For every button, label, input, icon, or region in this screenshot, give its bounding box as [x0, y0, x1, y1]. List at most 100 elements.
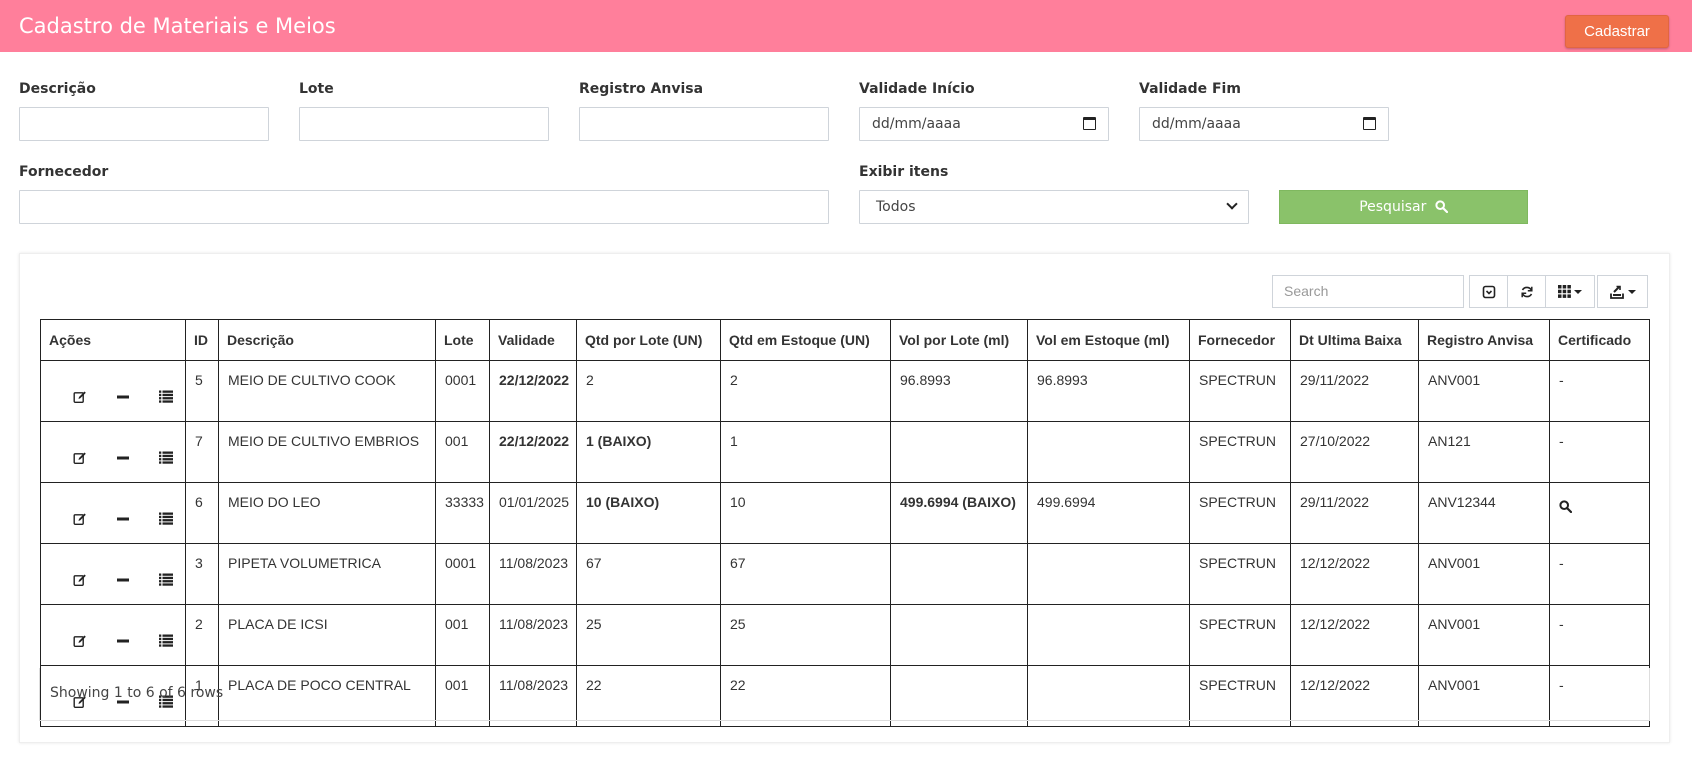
exibir-itens-select[interactable]: Todos [859, 190, 1249, 224]
column-header[interactable]: Lote [435, 319, 490, 361]
column-header[interactable]: Descrição [218, 319, 436, 361]
cell-dt-ultima-baixa: 27/10/2022 [1290, 421, 1419, 483]
cell-validade: 11/08/2023 [489, 604, 577, 666]
cell-id: 7 [185, 421, 219, 483]
cell-id: 3 [185, 543, 219, 605]
column-header[interactable]: Qtd por Lote (UN) [576, 319, 721, 361]
validade-inicio-input[interactable]: dd/mm/aaaa [859, 107, 1109, 141]
column-header[interactable]: Fornecedor [1189, 319, 1291, 361]
cell-qtd-estoque: 25 [720, 604, 891, 666]
cell-certificado: - [1549, 604, 1650, 666]
cell-lote: 33333 [435, 482, 490, 544]
list-icon[interactable] [159, 390, 173, 404]
pesquisar-button[interactable]: Pesquisar [1279, 190, 1528, 224]
column-header[interactable]: Registro Anvisa [1418, 319, 1550, 361]
calendar-icon[interactable] [1363, 117, 1376, 130]
cell-vol-estoque: 499.6994 [1027, 482, 1190, 544]
list-icon[interactable] [159, 573, 173, 587]
caret-down-icon [1627, 289, 1636, 294]
cell-certificado: - [1549, 360, 1650, 422]
cell-certificado: - [1549, 421, 1650, 483]
edit-icon[interactable] [73, 451, 87, 465]
validade-fim-input[interactable]: dd/mm/aaaa [1139, 107, 1389, 141]
column-header[interactable]: Qtd em Estoque (UN) [720, 319, 891, 361]
list-icon[interactable] [159, 634, 173, 648]
edit-icon[interactable] [73, 573, 87, 587]
cell-lote: 0001 [435, 543, 490, 605]
toggle-view-button[interactable] [1469, 275, 1508, 308]
column-header[interactable]: Ações [40, 319, 186, 361]
column-header[interactable]: Certificado [1549, 319, 1650, 361]
cell-fornecedor: SPECTRUN [1189, 604, 1291, 666]
cell-vol-lote [890, 604, 1028, 666]
column-header[interactable]: Validade [489, 319, 577, 361]
validade-inicio-placeholder: dd/mm/aaaa [872, 116, 961, 132]
cell-id: 2 [185, 604, 219, 666]
cell-dt-ultima-baixa: 12/12/2022 [1290, 543, 1419, 605]
cell-fornecedor: SPECTRUN [1189, 543, 1291, 605]
search-icon[interactable] [1559, 500, 1573, 516]
pesquisar-label: Pesquisar [1359, 199, 1427, 215]
cell-registro-anvisa: ANV12344 [1418, 482, 1550, 544]
cell-lote: 001 [435, 421, 490, 483]
refresh-button[interactable] [1507, 275, 1546, 308]
cell-descricao: MEIO DO LEO [218, 482, 436, 544]
lote-input[interactable] [299, 107, 549, 141]
list-icon[interactable] [159, 512, 173, 526]
minus-icon[interactable] [116, 573, 130, 587]
cell-acoes [40, 360, 186, 422]
table-row: 2 PLACA DE ICSI 001 11/08/2023 25 25 SPECTRUN 1… [40, 604, 1650, 666]
column-header[interactable]: Dt Ultima Baixa [1290, 319, 1419, 361]
cell-lote: 001 [435, 604, 490, 666]
descricao-label: Descrição [19, 81, 96, 97]
cell-acoes [40, 421, 186, 483]
calendar-icon[interactable] [1083, 117, 1096, 130]
minus-icon[interactable] [116, 451, 130, 465]
cell-id: 5 [185, 360, 219, 422]
cell-vol-lote [890, 543, 1028, 605]
cell-qtd-estoque: 10 [720, 482, 891, 544]
cell-qtd-estoque: 1 [720, 421, 891, 483]
caret-down-icon [1574, 289, 1582, 294]
export-icon [1609, 285, 1624, 299]
table-footer [39, 668, 1650, 721]
columns-grid-icon [1558, 285, 1571, 298]
export-button[interactable] [1597, 275, 1648, 308]
column-header[interactable]: ID [185, 319, 219, 361]
cell-vol-lote: 499.6994 (BAIXO) [890, 482, 1028, 544]
table-search-input[interactable]: Search [1272, 275, 1464, 308]
registro-anvisa-input[interactable] [579, 107, 829, 141]
fornecedor-input[interactable] [19, 190, 829, 224]
fornecedor-label: Fornecedor [19, 164, 109, 180]
pagination-info: Showing 1 to 6 of 6 rows [50, 685, 224, 701]
descricao-input[interactable] [19, 107, 269, 141]
exibir-itens-label: Exibir itens [859, 164, 949, 180]
cell-qtd-lote: 2 [576, 360, 721, 422]
cell-dt-ultima-baixa: 29/11/2022 [1290, 360, 1419, 422]
cell-registro-anvisa: ANV001 [1418, 360, 1550, 422]
minus-icon[interactable] [116, 390, 130, 404]
cell-descricao: PIPETA VOLUMETRICA [218, 543, 436, 605]
cell-fornecedor: SPECTRUN [1189, 482, 1291, 544]
table-header-row: Ações ID Descrição Lote Validade Qtd por… [40, 319, 1650, 361]
list-icon[interactable] [159, 451, 173, 465]
column-header[interactable]: Vol por Lote (ml) [890, 319, 1028, 361]
cell-fornecedor: SPECTRUN [1189, 360, 1291, 422]
edit-icon[interactable] [73, 512, 87, 526]
cell-registro-anvisa: ANV001 [1418, 604, 1550, 666]
cadastrar-button[interactable]: Cadastrar [1565, 15, 1669, 48]
edit-icon[interactable] [73, 390, 87, 404]
cell-acoes [40, 482, 186, 544]
cell-acoes [40, 543, 186, 605]
cell-qtd-estoque: 2 [720, 360, 891, 422]
cell-registro-anvisa: AN121 [1418, 421, 1550, 483]
columns-button[interactable] [1545, 275, 1595, 308]
column-header[interactable]: Vol em Estoque (ml) [1027, 319, 1190, 361]
cell-qtd-lote: 25 [576, 604, 721, 666]
lote-label: Lote [299, 81, 334, 97]
minus-icon[interactable] [116, 512, 130, 526]
minus-icon[interactable] [116, 634, 130, 648]
cell-descricao: MEIO DE CULTIVO EMBRIOS [218, 421, 436, 483]
edit-icon[interactable] [73, 634, 87, 648]
table-row: 7 MEIO DE CULTIVO EMBRIOS 001 22/12/2022 1 (… [40, 421, 1650, 483]
